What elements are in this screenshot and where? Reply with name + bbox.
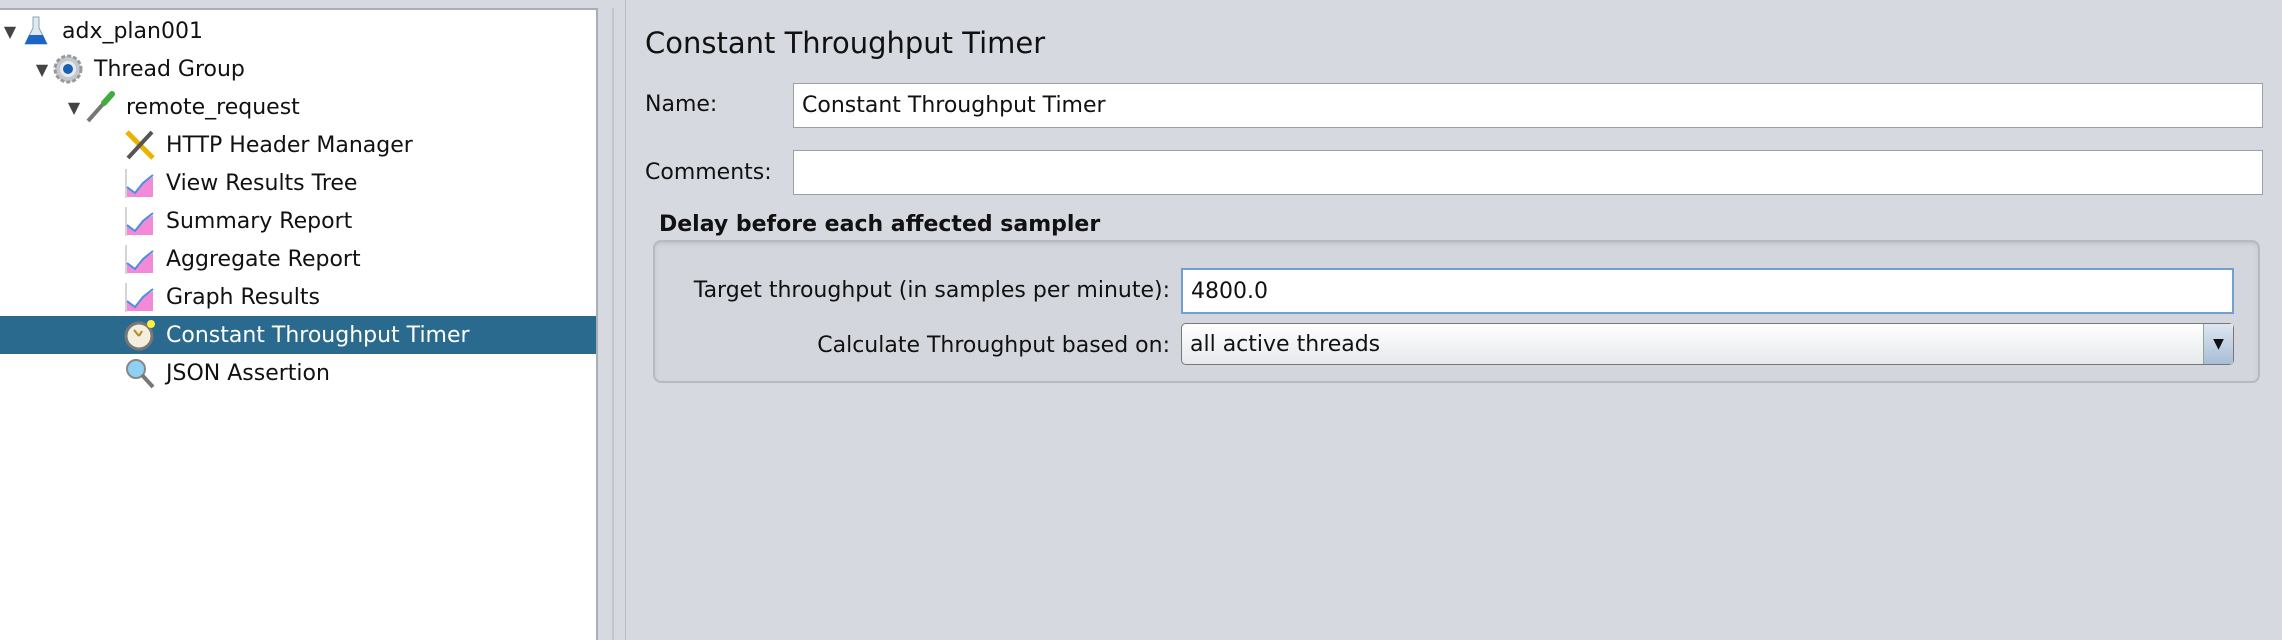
tree-item-label: JSON Assertion: [166, 360, 330, 386]
test-plan-flask-icon: [20, 15, 52, 47]
name-value: Constant Throughput Timer: [802, 93, 1106, 118]
tree-item-http-header-manager[interactable]: HTTP Header Manager: [0, 126, 596, 164]
chevron-down-icon[interactable]: ▼: [2203, 324, 2233, 364]
tree-item-label: HTTP Header Manager: [166, 132, 413, 158]
tree-item-json-assertion[interactable]: JSON Assertion: [0, 354, 596, 392]
tree-item-adx-plan001[interactable]: ▼ adx_plan001: [0, 12, 596, 50]
expand-toggle-icon[interactable]: ▼: [32, 60, 52, 79]
split-pane-divider[interactable]: [598, 0, 626, 640]
calculate-based-on-label: Calculate Throughput based on:: [817, 333, 1170, 358]
target-throughput-input[interactable]: 4800.0: [1181, 268, 2234, 314]
tree-item-remote-request[interactable]: ▼ remote_request: [0, 88, 596, 126]
gear-icon: [52, 53, 84, 85]
comments-label: Comments:: [645, 160, 772, 185]
expand-toggle-icon[interactable]: ▼: [0, 22, 20, 41]
test-plan-tree[interactable]: ▼ adx_plan001 ▼ Thread Group ▼ remote_re…: [0, 8, 598, 640]
tree-item-summary-report[interactable]: Summary Report: [0, 202, 596, 240]
page-title: Constant Throughput Timer: [645, 26, 1046, 60]
timer-clock-icon: [124, 319, 156, 351]
tree-item-label: View Results Tree: [166, 170, 358, 196]
name-label: Name:: [645, 92, 718, 117]
magnifier-icon: [124, 357, 156, 389]
wrench-screwdriver-icon: [124, 129, 156, 161]
calculate-based-on-select[interactable]: all active threads ▼: [1181, 323, 2234, 365]
sampler-pipette-icon: [84, 91, 116, 123]
target-throughput-label: Target throughput (in samples per minute…: [693, 278, 1170, 303]
tree-item-label: Thread Group: [94, 56, 245, 82]
tree-item-aggregate-report[interactable]: Aggregate Report: [0, 240, 596, 278]
comments-input[interactable]: [793, 150, 2263, 195]
chart-listener-icon: [124, 205, 156, 237]
calculate-based-on-value: all active threads: [1190, 331, 1381, 357]
chart-listener-icon: [124, 243, 156, 275]
name-input[interactable]: Constant Throughput Timer: [793, 83, 2263, 128]
tree-item-label: adx_plan001: [62, 18, 203, 44]
target-throughput-value: 4800.0: [1191, 278, 1268, 304]
tree-item-label: remote_request: [126, 94, 300, 120]
chart-listener-icon: [124, 281, 156, 313]
tree-item-thread-group[interactable]: ▼ Thread Group: [0, 50, 596, 88]
timer-editor-panel: Constant Throughput Timer Name: Constant…: [626, 0, 2282, 640]
tree-item-label: Aggregate Report: [166, 246, 361, 272]
tree-item-label: Constant Throughput Timer: [166, 322, 470, 348]
expand-toggle-icon[interactable]: ▼: [64, 98, 84, 117]
tree-item-view-results-tree[interactable]: View Results Tree: [0, 164, 596, 202]
chart-listener-icon: [124, 167, 156, 199]
group-title: Delay before each affected sampler: [659, 212, 1101, 237]
tree-item-graph-results[interactable]: Graph Results: [0, 278, 596, 316]
tree-item-label: Graph Results: [166, 284, 320, 310]
tree-item-constant-throughput-timer[interactable]: Constant Throughput Timer: [0, 316, 596, 354]
tree-item-label: Summary Report: [166, 208, 353, 234]
